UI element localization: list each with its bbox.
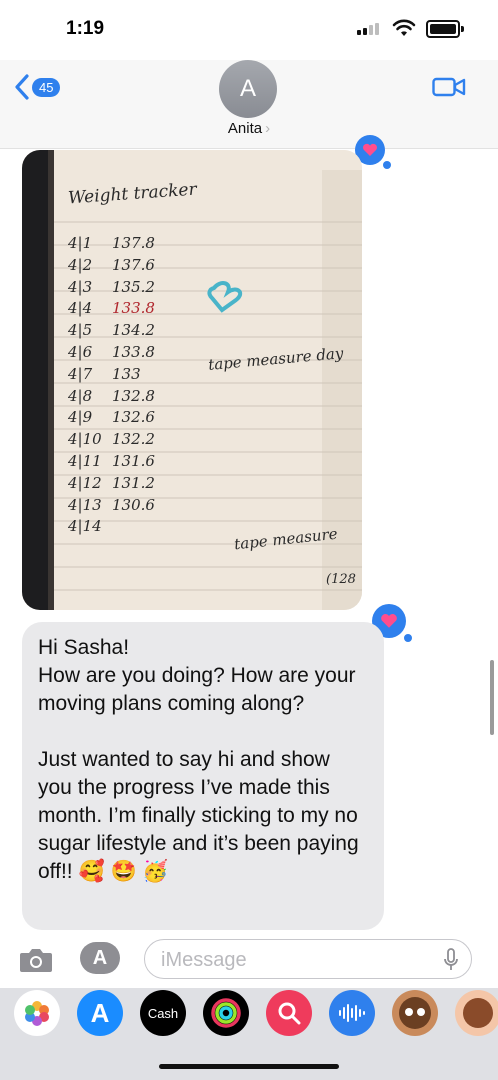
message-input[interactable]: iMessage <box>144 939 472 979</box>
memoji-app-icon[interactable] <box>392 990 438 1036</box>
message-bubble[interactable]: Hi Sasha! How are you doing? How are you… <box>22 622 384 930</box>
app-store-icon: A <box>92 946 108 969</box>
avatar-initial: A <box>239 75 256 102</box>
entry-weight: 132.8 <box>112 386 155 405</box>
photos-app-icon[interactable] <box>14 990 60 1036</box>
contact-name-button[interactable]: Anita › <box>200 120 298 137</box>
microphone-icon[interactable] <box>443 948 459 972</box>
entry-date: 4|1 <box>68 234 93 252</box>
entry-weight: 131.2 <box>112 473 155 492</box>
camera-icon[interactable] <box>18 946 54 974</box>
home-indicator <box>159 1064 339 1069</box>
weight-entry: 4|7 133 <box>68 365 141 383</box>
weight-entry: 4|3 135.2 <box>68 278 155 296</box>
status-time: 1:19 <box>66 18 105 39</box>
heart-icon <box>381 614 397 628</box>
entry-date: 4|12 <box>68 473 102 492</box>
entry-date: 4|13 <box>68 495 102 514</box>
cash-app-icon[interactable]: Cash <box>140 990 186 1036</box>
wifi-icon <box>392 19 416 36</box>
search-images-app-icon[interactable] <box>266 990 312 1036</box>
weight-entry: 4|9 132.6 <box>68 408 155 426</box>
weight-entry: 4|5 134.2 <box>68 321 155 339</box>
entry-weight: 133.8 <box>112 343 155 361</box>
entry-weight: 132.2 <box>112 430 155 449</box>
entry-weight: 134.2 <box>112 321 155 340</box>
weight-entry: 4|1 137.8 <box>68 234 155 252</box>
heart-icon <box>363 143 377 156</box>
chevron-right-icon: › <box>265 120 271 137</box>
entry-weight: 132.6 <box>112 408 155 427</box>
weight-entry: 4|14 <box>68 517 112 535</box>
weight-entry: 4|8 132.8 <box>68 387 155 405</box>
chevron-left-icon <box>15 74 29 100</box>
weight-entry: 4|6 133.8 <box>68 343 155 361</box>
memoji-stickers-app-icon[interactable] <box>455 990 498 1036</box>
weight-entry: 4|4 133.8 <box>68 299 155 317</box>
contact-name: Anita <box>227 120 263 137</box>
weight-entry: 4|11 131.6 <box>68 452 155 470</box>
entry-weight: 137.8 <box>112 234 155 252</box>
cellular-signal-icon <box>357 23 379 35</box>
entry-date: 4|9 <box>68 408 93 427</box>
message-input-placeholder: iMessage <box>161 949 247 971</box>
note-measure-value: (128 <box>326 572 356 587</box>
unread-count-badge: 45 <box>32 77 61 97</box>
weight-entry: 4|10 132.2 <box>68 430 155 448</box>
entry-date: 4|4 <box>68 299 93 318</box>
avatar[interactable]: A <box>219 60 277 118</box>
app-drawer: A Cash <box>0 988 498 1080</box>
entry-date: 4|8 <box>68 386 93 405</box>
battery-nub <box>461 26 464 32</box>
entry-weight: 133.8 <box>112 299 155 318</box>
activity-app-icon[interactable] <box>203 990 249 1036</box>
entry-weight: 130.6 <box>112 495 155 514</box>
entry-date: 4|5 <box>68 321 93 340</box>
photo-attachment[interactable]: Weight tracker 4|1 137.8 4|2 137.6 4|3 135.2 4… <box>22 150 362 610</box>
entry-date: 4|7 <box>68 364 93 383</box>
weight-entry: 4|13 130.6 <box>68 496 155 514</box>
entry-weight: 133 <box>112 364 141 383</box>
facetime-video-icon[interactable] <box>432 76 466 98</box>
battery-icon <box>426 20 460 38</box>
apps-button[interactable]: A <box>80 942 120 974</box>
status-bar: 1:19 <box>0 0 498 60</box>
entry-weight: 131.6 <box>112 452 155 470</box>
entry-date: 4|3 <box>68 277 93 296</box>
app-store-app-icon[interactable]: A <box>77 990 123 1036</box>
back-button[interactable]: 45 <box>14 74 61 100</box>
audio-message-app-icon[interactable] <box>329 990 375 1036</box>
scrollbar[interactable] <box>490 660 494 735</box>
cash-app-label: Cash <box>147 1005 179 1021</box>
conversation-header: 45 A Anita › <box>0 60 498 149</box>
entry-date: 4|2 <box>68 255 93 274</box>
weight-entry: 4|2 137.6 <box>68 256 155 274</box>
entry-date: 4|6 <box>68 343 93 361</box>
entry-weight: 137.6 <box>112 255 155 274</box>
entry-date: 4|11 <box>68 452 102 470</box>
weight-entry: 4|12 131.2 <box>68 474 155 492</box>
entry-weight: 135.2 <box>112 277 155 296</box>
entry-date: 4|14 <box>68 517 102 536</box>
entry-date: 4|10 <box>68 430 102 449</box>
